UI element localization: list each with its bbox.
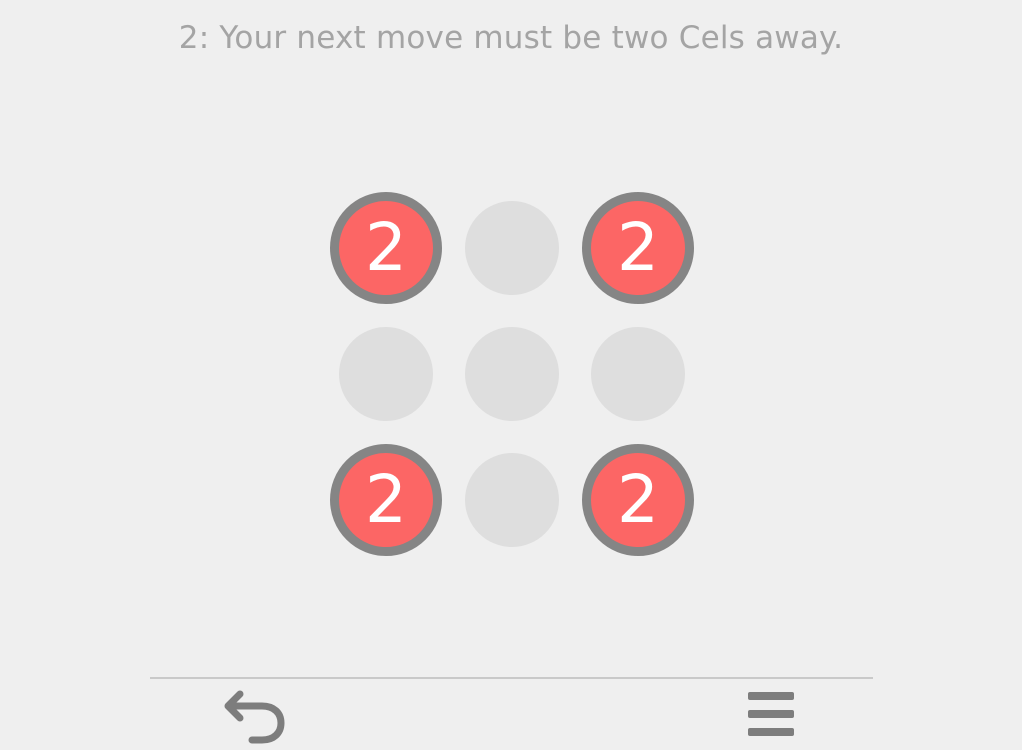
game-board: 2 2 2 2 — [0, 0, 1022, 750]
numbered-cel[interactable]: 2 — [330, 192, 442, 304]
cel-number: 2 — [365, 209, 407, 286]
numbered-cel[interactable]: 2 — [330, 444, 442, 556]
empty-cel[interactable] — [465, 327, 559, 421]
cel-number: 2 — [365, 461, 407, 538]
empty-cel[interactable] — [591, 327, 685, 421]
numbered-cel[interactable]: 2 — [582, 444, 694, 556]
empty-cel[interactable] — [465, 201, 559, 295]
toolbar-divider — [150, 677, 873, 679]
menu-button[interactable] — [746, 690, 796, 740]
cel-number: 2 — [617, 209, 659, 286]
empty-cel[interactable] — [465, 453, 559, 547]
undo-arrow-icon — [224, 690, 285, 744]
undo-button[interactable] — [222, 688, 288, 746]
numbered-cel[interactable]: 2 — [582, 192, 694, 304]
empty-cel[interactable] — [339, 327, 433, 421]
cel-number: 2 — [617, 461, 659, 538]
